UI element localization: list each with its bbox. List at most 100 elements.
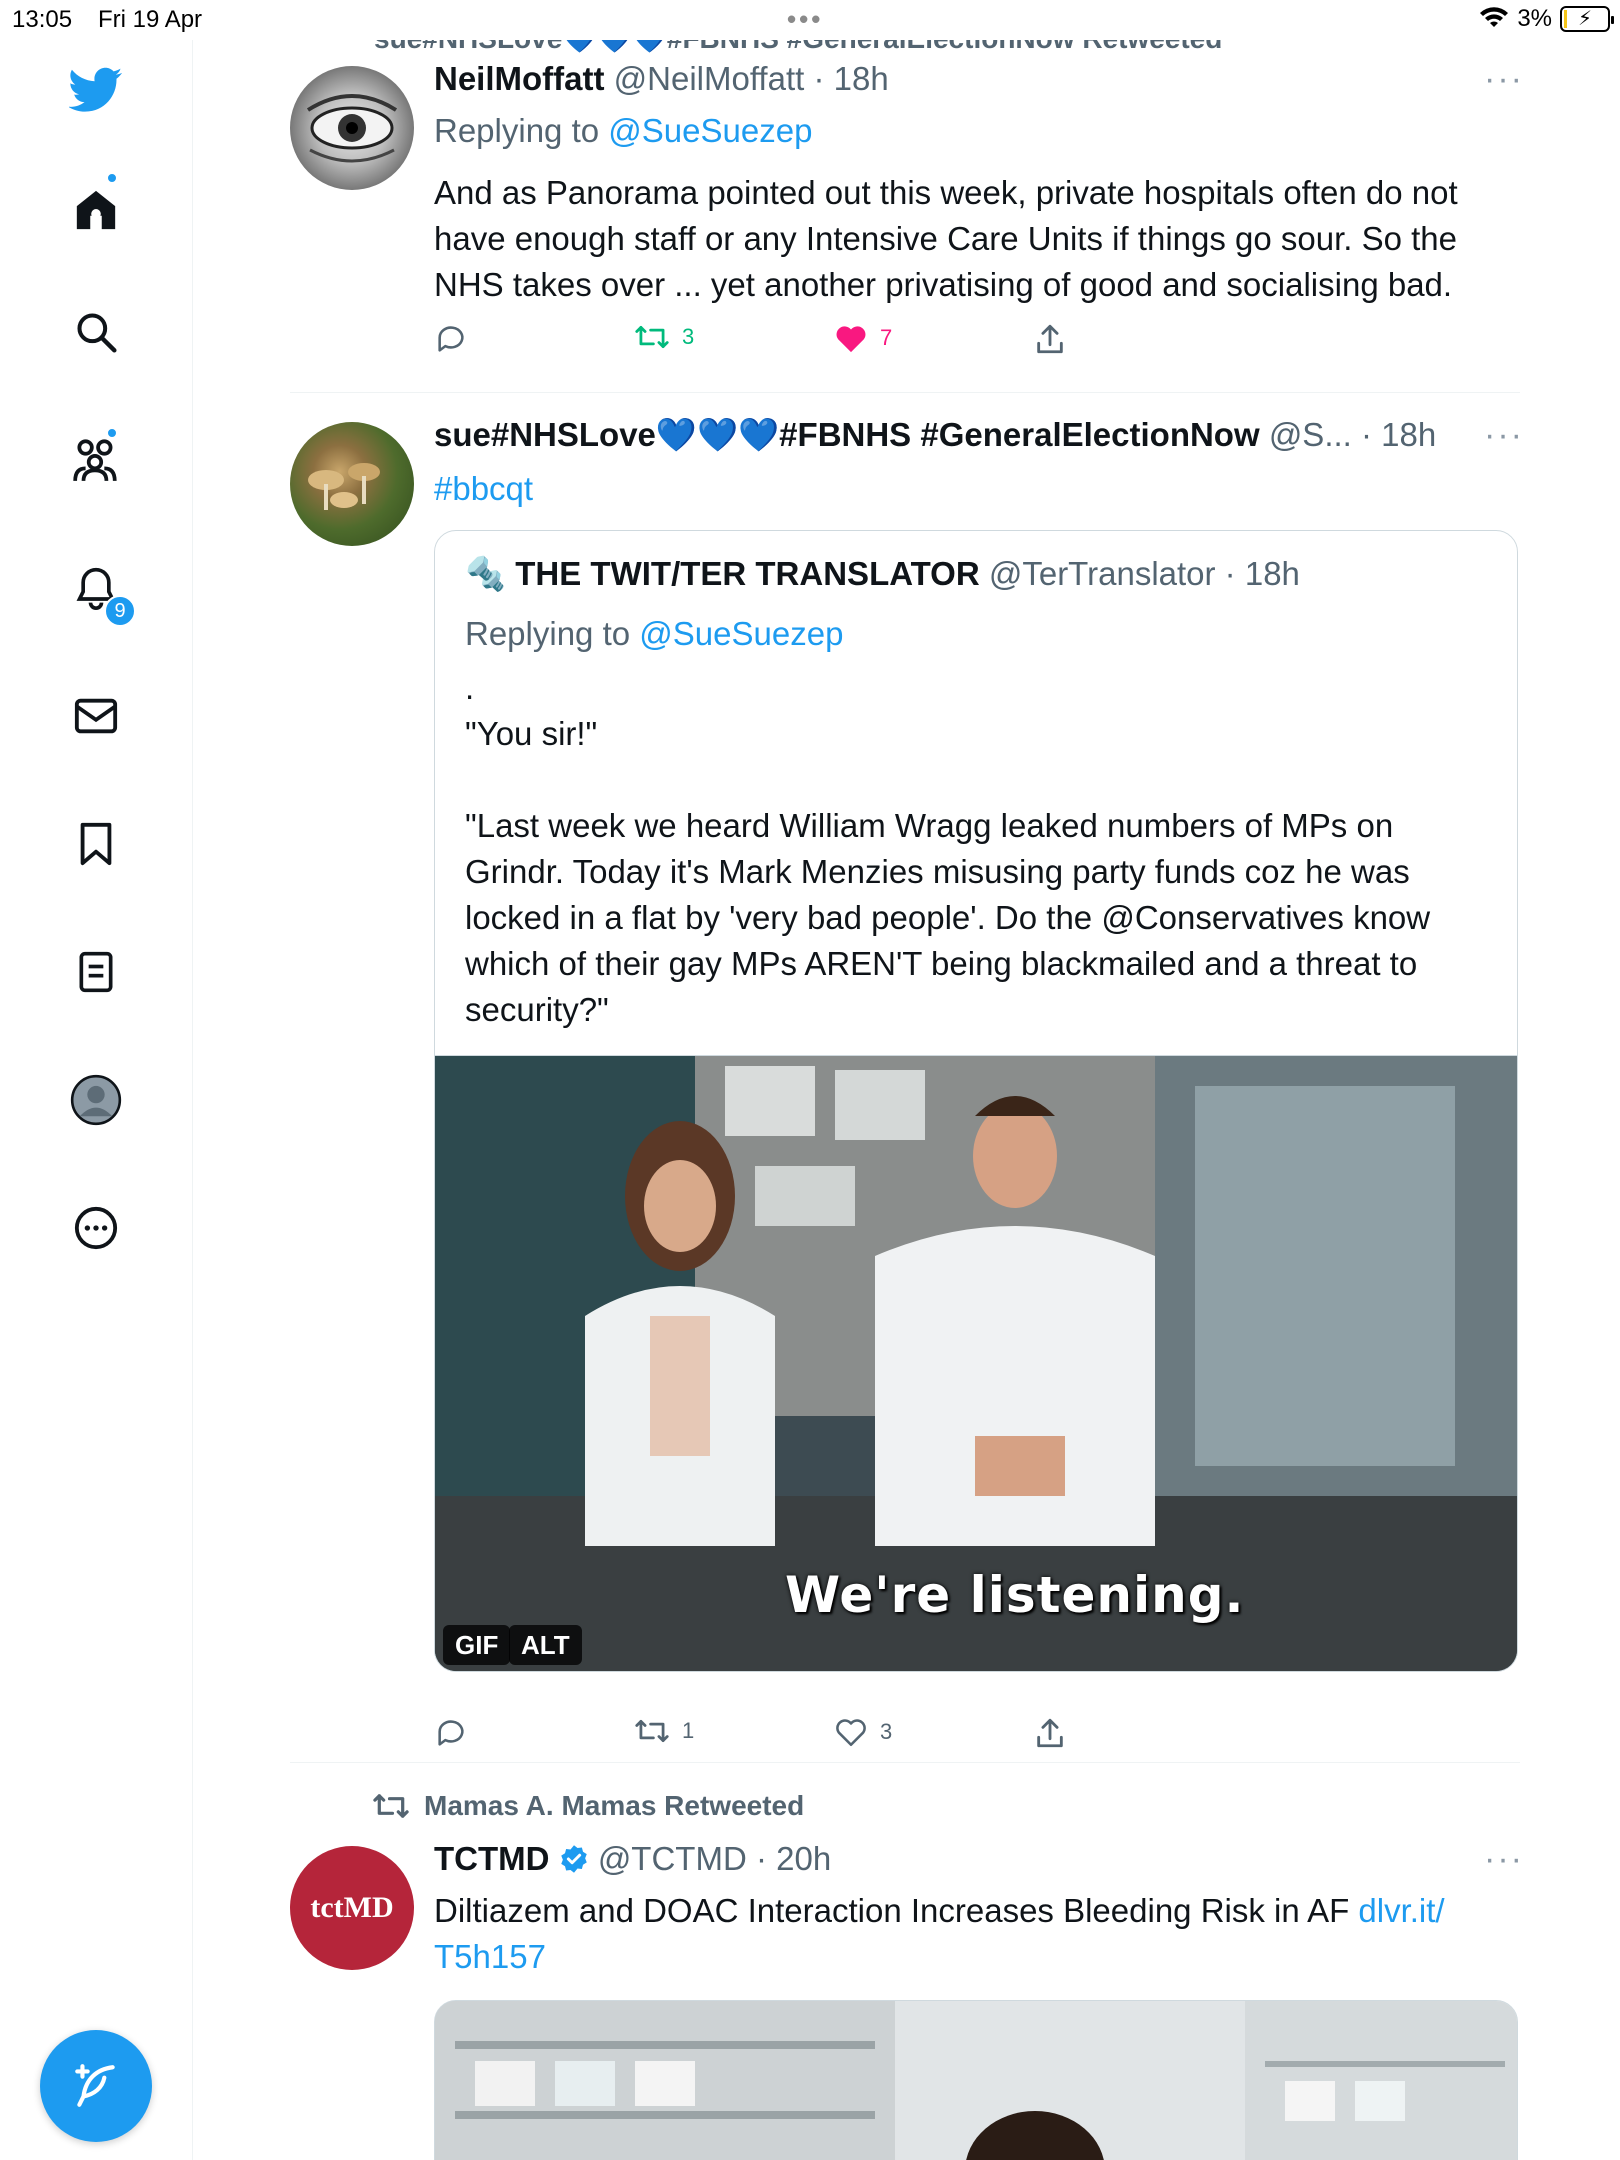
retweet-button[interactable]: 1 (634, 1716, 694, 1746)
share-button[interactable] (1034, 322, 1066, 356)
bookmarks-icon[interactable] (66, 814, 126, 874)
alt-badge[interactable]: ALT (509, 1625, 582, 1665)
gif-badge: GIF (443, 1625, 511, 1665)
author-name[interactable]: NeilMoffatt (434, 60, 604, 97)
tweet-time[interactable]: 18h (834, 60, 889, 97)
quote-text: . "You sir!" "Last week we heard William… (465, 665, 1495, 1033)
tweet-header: sue#NHSLove💙💙💙#FBNHS #GeneralElectionNow… (434, 416, 1437, 453)
battery-icon: ⚡ (1560, 6, 1614, 32)
home-icon[interactable] (66, 180, 126, 240)
top-retweet-label: sue#NHSLove💙💙💙#FBNHS #GeneralElectionNow… (374, 40, 1222, 55)
tweet-divider (290, 1762, 1520, 1763)
quote-header: 🔩 THE TWIT/TER TRANSLATOR @TerTranslator… (465, 555, 1300, 592)
retweeted-by-label[interactable]: Mamas A. Mamas Retweeted (424, 1790, 804, 1822)
replying-to-link[interactable]: @SueSuezep (608, 112, 812, 149)
heart-outline-icon (836, 1719, 866, 1747)
hashtag-link[interactable]: #bbcqt (434, 470, 533, 507)
replying-prefix: Replying to (465, 615, 631, 652)
search-icon[interactable] (66, 302, 126, 362)
quote-author-handle: @TerTranslator (988, 555, 1216, 592)
quote-author-name: THE TWIT/TER TRANSLATOR (515, 555, 980, 592)
share-button[interactable] (1034, 1716, 1066, 1750)
link-card-image[interactable] (434, 2000, 1518, 2160)
tweet-more-icon[interactable]: ··· (1484, 416, 1524, 455)
tweet-link-cont[interactable]: T5h157 (434, 1938, 546, 1975)
retweet-icon (635, 1719, 669, 1743)
quote-gif[interactable]: We're listening. GIF ALT (435, 1055, 1517, 1671)
quote-text-line: which of their gay MPs AREN'T being blac… (465, 945, 1418, 982)
quote-replying-to: Replying to @SueSuezep (465, 615, 843, 653)
status-time: 13:05 (12, 6, 73, 33)
quote-time: 18h (1244, 555, 1300, 592)
tweet-text: And as Panorama pointed out this week, p… (434, 170, 1524, 308)
retweet-count: 1 (682, 1718, 695, 1743)
quote-text-line: locked in a flat by 'very bad people'. D… (465, 899, 1431, 936)
retweet-count: 3 (682, 324, 695, 349)
tweet-link[interactable]: dlvr.it/ (1358, 1892, 1444, 1929)
notifications-badge: 9 (104, 595, 136, 627)
communities-notification-dot (106, 427, 118, 439)
verified-badge-icon (560, 1845, 587, 1873)
tweet-time[interactable]: 18h (1381, 416, 1436, 453)
status-bar: 13:05 Fri 19 Apr ••• 3% ⚡ (0, 0, 1620, 40)
like-count: 7 (880, 325, 893, 350)
quote-text-line: . (465, 669, 475, 706)
bolt-emoji-icon: 🔩 (465, 555, 507, 592)
tweet-more-icon[interactable]: ··· (1484, 1840, 1524, 1879)
reply-button[interactable] (434, 1716, 468, 1750)
multitasking-dots-icon[interactable]: ••• (787, 4, 823, 35)
author-handle[interactable]: @TCTMD (598, 1840, 747, 1877)
status-right: 3% ⚡ (1479, 5, 1614, 33)
tweet-text-line: have enough staff or any Intensive Care … (434, 220, 1458, 257)
lists-icon[interactable] (66, 942, 126, 1002)
tweet-divider (290, 392, 1520, 393)
more-options-icon[interactable] (66, 1198, 126, 1258)
twitter-logo-icon[interactable] (66, 60, 126, 120)
author-handle[interactable]: @NeilMoffatt (614, 60, 805, 97)
heart-filled-icon (836, 326, 866, 353)
author-name[interactable]: sue#NHSLove💙💙💙#FBNHS #GeneralElectionNow (434, 416, 1260, 453)
retweet-button[interactable]: 3 (634, 322, 694, 352)
avatar[interactable]: tctMD (290, 1846, 414, 1970)
tweet-text: Diltiazem and DOAC Interaction Increases… (434, 1888, 1494, 1980)
profile-avatar-icon[interactable] (66, 1070, 126, 1130)
retweet-icon (635, 325, 669, 349)
compose-feather-icon (75, 2064, 115, 2107)
battery-percent: 3% (1517, 5, 1552, 32)
reply-icon (438, 1720, 464, 1746)
share-icon (1037, 1718, 1063, 1748)
tweet-time[interactable]: 20h (776, 1840, 831, 1877)
reply-button[interactable] (434, 322, 468, 356)
quote-text-line: "You sir!" (465, 715, 598, 752)
share-icon (1037, 324, 1063, 354)
tweet-text-line: And as Panorama pointed out this week, p… (434, 174, 1458, 211)
avatar[interactable] (290, 422, 414, 546)
communities-icon[interactable] (66, 430, 126, 490)
reply-icon (438, 326, 464, 352)
author-handle[interactable]: @S... (1269, 416, 1352, 453)
like-button[interactable]: 7 (834, 322, 892, 354)
tweet-actions: 1 3 (434, 1716, 1434, 1756)
home-notification-dot (106, 172, 118, 184)
compose-tweet-button[interactable] (40, 2030, 152, 2142)
timeline: sue#NHSLove💙💙💙#FBNHS #GeneralElectionNow… (194, 40, 1620, 2160)
quote-text-line: security?" (465, 991, 609, 1028)
author-name[interactable]: TCTMD (434, 1840, 549, 1877)
sidebar: 9 (0, 40, 193, 2160)
messages-icon[interactable] (66, 686, 126, 746)
tweet-text-line: NHS takes over ... yet another privatisi… (434, 266, 1453, 303)
like-button[interactable]: 3 (834, 1716, 892, 1748)
tweet-header: NeilMoffatt @NeilMoffatt · 18h (434, 60, 889, 97)
pharmacy-photo (435, 2001, 1517, 2160)
tweet-actions: 3 7 (434, 322, 1434, 362)
like-count: 3 (880, 1719, 893, 1744)
tweet-text-main: Diltiazem and DOAC Interaction Increases… (434, 1892, 1350, 1929)
quoted-tweet[interactable]: 🔩 THE TWIT/TER TRANSLATOR @TerTranslator… (434, 530, 1518, 1672)
tweet-header: TCTMD @TCTMD · 20h (434, 1840, 832, 1877)
avatar-logo-text: tctMD (310, 1891, 394, 1924)
avatar[interactable] (290, 66, 414, 190)
tweet-more-icon[interactable]: ··· (1484, 60, 1524, 99)
replying-to: Replying to @SueSuezep (434, 112, 812, 150)
gif-caption: We're listening. (785, 1566, 1245, 1624)
tweet-text: #bbcqt (434, 466, 533, 512)
